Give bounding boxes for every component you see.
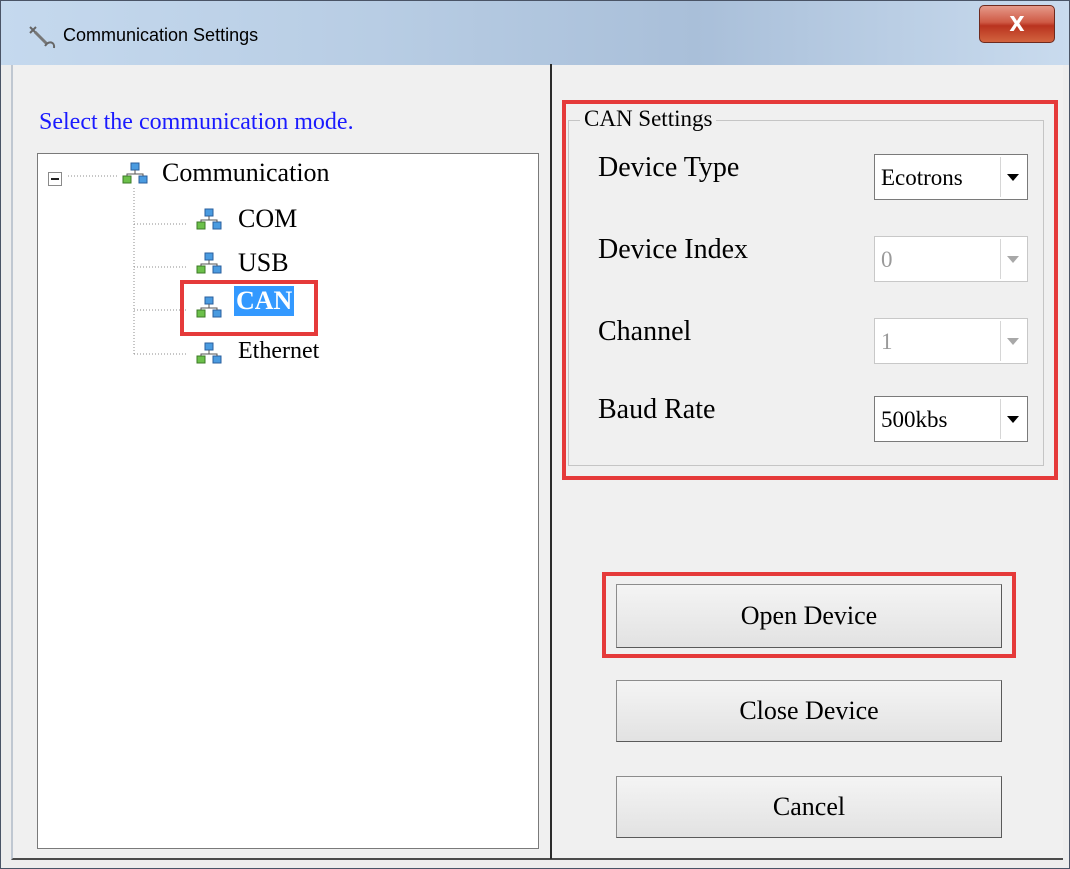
network-icon [196,342,222,364]
chevron-down-icon [1000,239,1025,279]
window-title: Communication Settings [63,25,259,45]
device-index-label: Device Index [598,234,749,265]
baud-rate-label: Baud Rate [598,394,716,425]
can-highlight-box [180,280,318,336]
chevron-down-icon [1000,321,1025,361]
pane-divider [550,64,552,859]
device-type-value: Ecotrons [881,165,963,190]
baud-rate-select[interactable]: 500kbs [874,396,1028,442]
device-index-select: 0 [874,236,1028,282]
tree-root-communication[interactable]: Communication [162,158,330,188]
network-icon [196,252,222,274]
channel-select: 1 [874,318,1028,364]
tree-item-usb[interactable]: USB [238,248,289,278]
tree-item-com[interactable]: COM [238,204,297,234]
chevron-down-icon[interactable] [1000,399,1025,439]
title-bar[interactable]: Communication Settings X [1,1,1069,65]
network-icon [122,162,148,184]
cancel-button[interactable]: Cancel [616,776,1002,838]
app-icon [29,26,56,49]
close-device-button[interactable]: Close Device [616,680,1002,742]
device-type-select[interactable]: Ecotrons [874,154,1028,200]
network-icon [196,208,222,230]
channel-value: 1 [881,329,893,354]
device-index-value: 0 [881,247,893,272]
mode-prompt: Select the communication mode. [39,109,354,135]
channel-label: Channel [598,316,692,347]
device-type-label: Device Type [598,152,740,183]
close-window-button[interactable]: X [979,5,1055,43]
baud-rate-value: 500kbs [881,407,948,432]
open-device-highlight-box [602,572,1016,658]
tree-item-ethernet[interactable]: Ethernet [238,338,319,365]
chevron-down-icon[interactable] [1000,157,1025,197]
collapse-minus-icon[interactable] [48,172,62,186]
